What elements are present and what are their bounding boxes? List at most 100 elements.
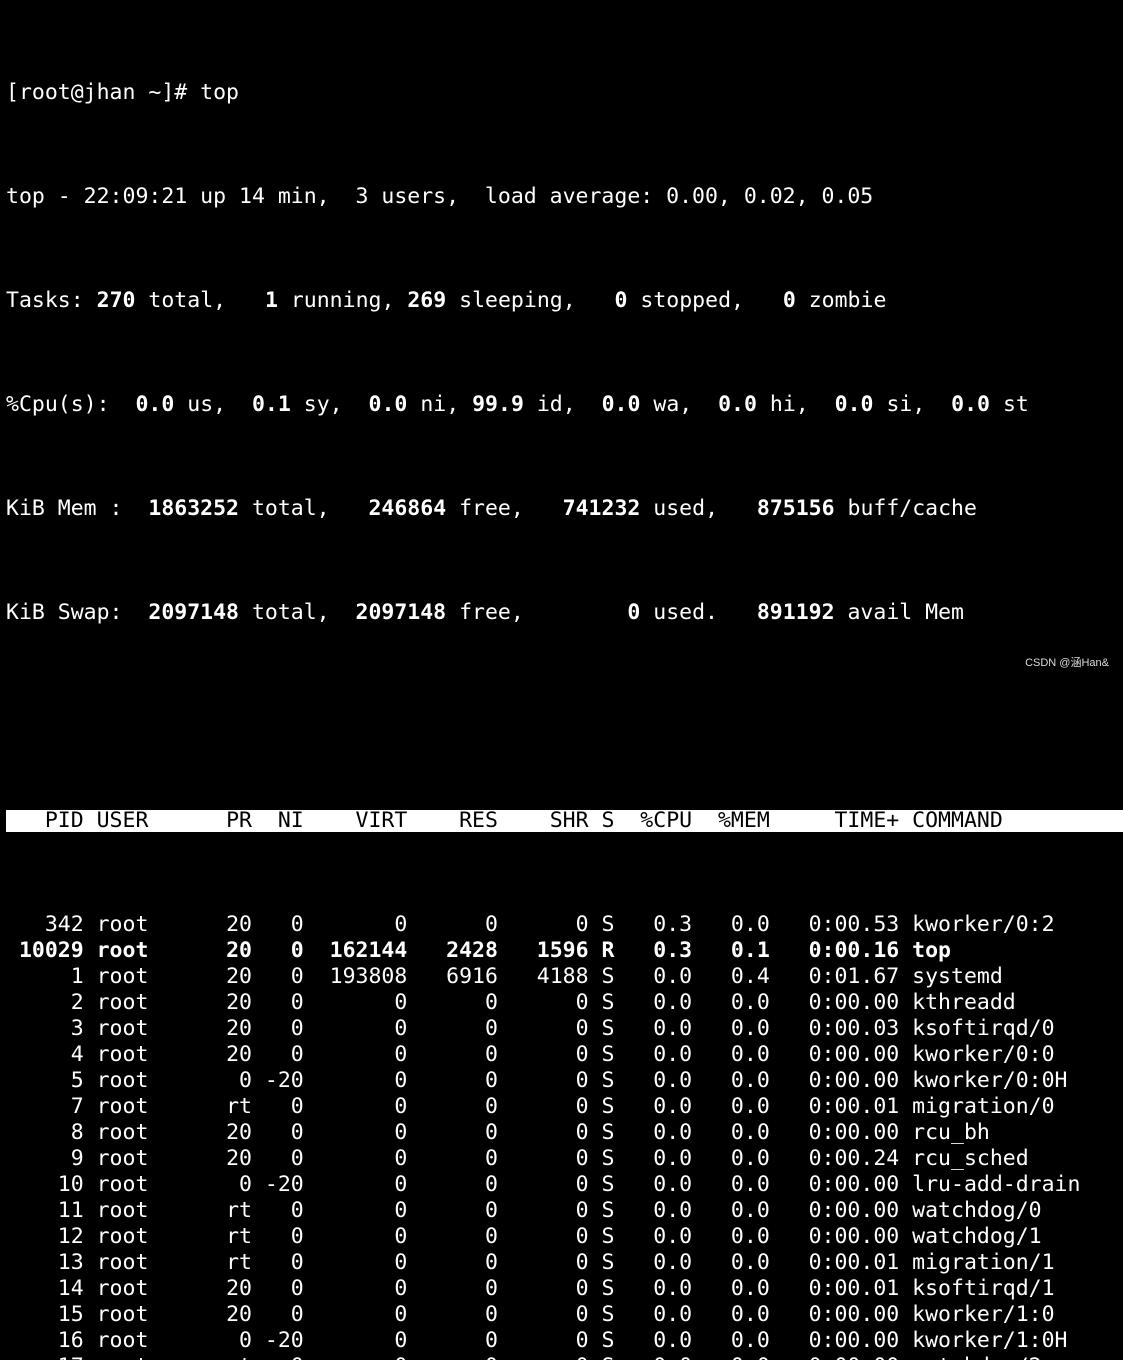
cell-mem: 0.0 — [692, 1224, 770, 1249]
process-row[interactable]: 1 root 20 0 193808 6916 4188 S 0.0 0.4 0… — [6, 964, 1123, 990]
process-row[interactable]: 14 root 20 0 0 0 0 S 0.0 0.0 0:00.01 kso… — [6, 1276, 1123, 1302]
header-time: TIME+ — [769, 808, 900, 833]
cell-state: S — [588, 990, 615, 1015]
cell-pid: 14 — [6, 1276, 84, 1301]
process-row[interactable]: 15 root 20 0 0 0 0 S 0.0 0.0 0:00.00 kwo… — [6, 1302, 1123, 1328]
cpu-label: %Cpu(s): — [6, 392, 110, 417]
swap-used-value: 0 — [627, 600, 641, 625]
process-table-body[interactable]: 342 root 20 0 0 0 0 S 0.3 0.0 0:00.53 kw… — [6, 912, 1123, 1360]
cell-mem: 0.0 — [692, 1016, 770, 1041]
cell-user: root — [83, 1068, 214, 1093]
cell-pr: rt — [213, 1354, 252, 1360]
watermark: CSDN @涵Han& — [1025, 657, 1109, 669]
mem-total-label: total, — [251, 496, 330, 521]
tasks-sleeping-label: sleeping, — [459, 288, 576, 313]
cpu-id-value: 99.9 — [472, 392, 524, 417]
cell-shr: 0 — [497, 1068, 589, 1093]
cell-pr: 20 — [213, 1276, 252, 1301]
cell-pid: 12 — [6, 1224, 84, 1249]
cell-user: root — [83, 1276, 214, 1301]
cell-user: root — [83, 964, 214, 989]
swap-free-label: free, — [459, 600, 524, 625]
cell-mem: 0.0 — [692, 1328, 770, 1353]
swap-total-value: 2097148 — [148, 600, 239, 625]
process-row[interactable]: 9 root 20 0 0 0 0 S 0.0 0.0 0:00.24 rcu_… — [6, 1146, 1123, 1172]
cell-command: watchdog/1 — [899, 1224, 1042, 1249]
cell-virt: 0 — [303, 1016, 408, 1041]
cell-state: S — [588, 1094, 615, 1119]
cell-time: 0:00.00 — [769, 1172, 900, 1197]
cell-shr: 0 — [497, 1302, 589, 1327]
cell-res: 0 — [407, 1276, 498, 1301]
process-row[interactable]: 13 root rt 0 0 0 0 S 0.0 0.0 0:00.01 mig… — [6, 1250, 1123, 1276]
cell-state: S — [588, 1198, 615, 1223]
process-row[interactable]: 8 root 20 0 0 0 0 S 0.0 0.0 0:00.00 rcu_… — [6, 1120, 1123, 1146]
process-row[interactable]: 17 root rt 0 0 0 0 S 0.0 0.0 0:00.00 wat… — [6, 1354, 1123, 1360]
cell-user: root — [83, 1198, 214, 1223]
cell-mem: 0.0 — [692, 1172, 770, 1197]
cell-pr: 20 — [213, 964, 252, 989]
process-row[interactable]: 10029 root 20 0 162144 2428 1596 R 0.3 0… — [6, 938, 1123, 964]
cell-ni: -20 — [251, 1328, 304, 1353]
process-row[interactable]: 7 root rt 0 0 0 0 S 0.0 0.0 0:00.01 migr… — [6, 1094, 1123, 1120]
cell-pid: 15 — [6, 1302, 84, 1327]
cell-command: kworker/0:2 — [899, 912, 1055, 937]
cpu-st-value: 0.0 — [951, 392, 991, 417]
process-row[interactable]: 12 root rt 0 0 0 0 S 0.0 0.0 0:00.00 wat… — [6, 1224, 1123, 1250]
cell-command: systemd — [899, 964, 1003, 989]
cell-pr: 0 — [213, 1172, 252, 1197]
cell-cpu: 0.0 — [614, 1016, 693, 1041]
cell-command: kworker/0:0H — [899, 1068, 1068, 1093]
process-row[interactable]: 16 root 0 -20 0 0 0 S 0.0 0.0 0:00.00 kw… — [6, 1328, 1123, 1354]
cell-shr: 0 — [497, 1250, 589, 1275]
cpu-wa-label: wa, — [653, 392, 693, 417]
mem-used-value: 741232 — [562, 496, 641, 521]
cell-pr: 20 — [213, 912, 252, 937]
cpu-id-label: id, — [536, 392, 576, 417]
cell-virt: 0 — [303, 1276, 408, 1301]
process-row[interactable]: 4 root 20 0 0 0 0 S 0.0 0.0 0:00.00 kwor… — [6, 1042, 1123, 1068]
cell-pid: 11 — [6, 1198, 84, 1223]
header-shr: SHR — [497, 808, 589, 833]
cell-shr: 0 — [497, 1146, 589, 1171]
cell-mem: 0.4 — [692, 964, 770, 989]
cell-cpu: 0.0 — [614, 1094, 693, 1119]
cell-pid: 4 — [6, 1042, 84, 1067]
header-res: RES — [407, 808, 498, 833]
process-row[interactable]: 2 root 20 0 0 0 0 S 0.0 0.0 0:00.00 kthr… — [6, 990, 1123, 1016]
cell-command: kworker/0:0 — [899, 1042, 1055, 1067]
process-row[interactable]: 342 root 20 0 0 0 0 S 0.3 0.0 0:00.53 kw… — [6, 912, 1123, 938]
cell-pr: 0 — [213, 1068, 252, 1093]
cell-user: root — [83, 1172, 214, 1197]
cell-shr: 0 — [497, 1224, 589, 1249]
tasks-stopped-value: 0 — [614, 288, 628, 313]
cell-res: 0 — [407, 1354, 498, 1360]
cell-cpu: 0.0 — [614, 1172, 693, 1197]
process-row[interactable]: 11 root rt 0 0 0 0 S 0.0 0.0 0:00.00 wat… — [6, 1198, 1123, 1224]
cell-ni: 0 — [251, 1042, 304, 1067]
cell-virt: 193808 — [303, 964, 408, 989]
cell-user: root — [83, 1328, 214, 1353]
cell-pid: 2 — [6, 990, 84, 1015]
swap-total-label: total, — [251, 600, 330, 625]
cell-pr: 20 — [213, 1302, 252, 1327]
terminal-window[interactable]: [root@jhan ~]# top top - 22:09:21 up 14 … — [6, 2, 1123, 1360]
cell-time: 0:00.00 — [769, 1224, 900, 1249]
cell-virt: 0 — [303, 1328, 408, 1353]
cell-virt: 0 — [303, 1250, 408, 1275]
cell-ni: 0 — [252, 1354, 304, 1360]
swap-used-label: used. — [653, 600, 719, 625]
cell-ni: -20 — [251, 1068, 304, 1093]
cell-mem: 0.0 — [692, 912, 770, 937]
cell-ni: 0 — [251, 1120, 304, 1145]
process-row[interactable]: 5 root 0 -20 0 0 0 S 0.0 0.0 0:00.00 kwo… — [6, 1068, 1123, 1094]
cell-cpu: 0.0 — [614, 1328, 693, 1353]
cell-cpu: 0.0 — [614, 990, 693, 1015]
cell-cpu: 0.3 — [614, 912, 693, 937]
cell-virt: 0 — [303, 1120, 408, 1145]
process-row[interactable]: 10 root 0 -20 0 0 0 S 0.0 0.0 0:00.00 lr… — [6, 1172, 1123, 1198]
process-row[interactable]: 3 root 20 0 0 0 0 S 0.0 0.0 0:00.03 ksof… — [6, 1016, 1123, 1042]
cell-ni: 0 — [251, 1198, 304, 1223]
cell-time: 0:01.67 — [769, 964, 900, 989]
cell-mem: 0.0 — [692, 1120, 770, 1145]
